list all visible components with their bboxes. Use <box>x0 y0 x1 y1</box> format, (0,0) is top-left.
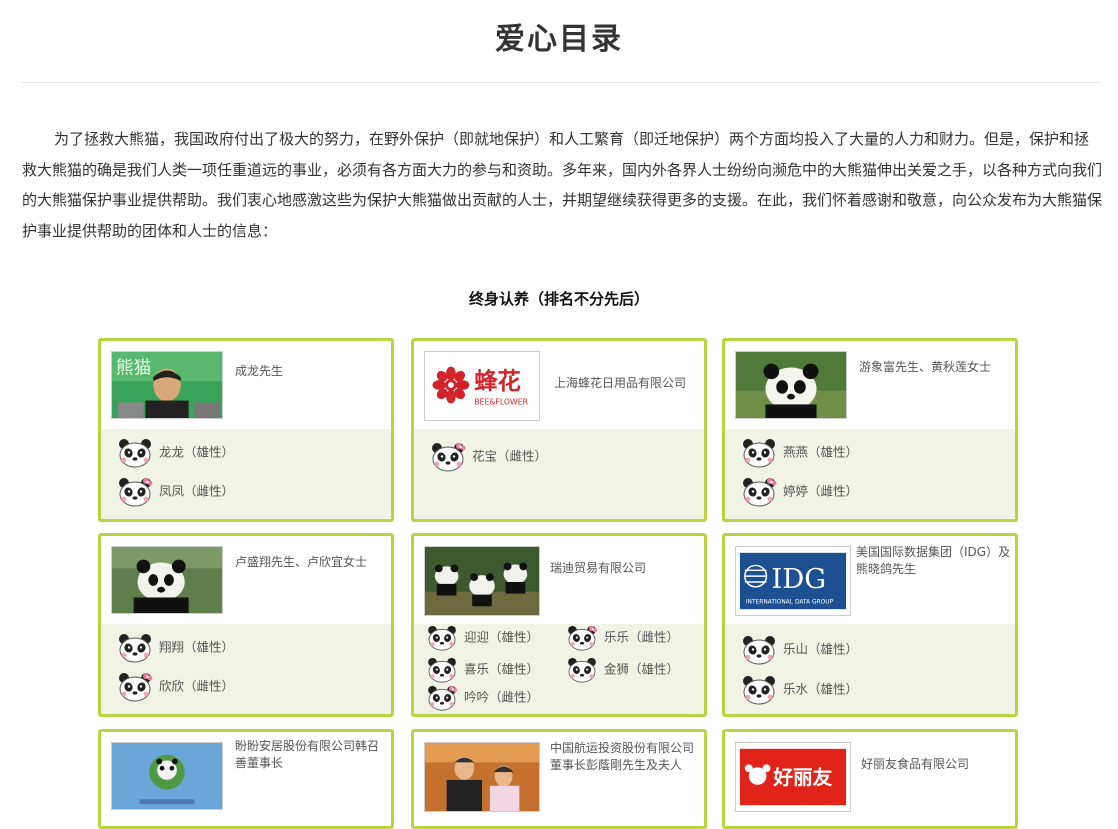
panda-face-icon <box>741 635 777 665</box>
panda-name: 婷婷（雌性） <box>783 483 859 499</box>
donor-photo <box>424 546 540 616</box>
panda-entry[interactable]: 乐乐（雌性） <box>566 622 679 652</box>
panda-name: 吟吟（雌性） <box>464 689 540 705</box>
svg-text:熊猫: 熊猫 <box>116 358 151 378</box>
panda-face-icon <box>117 672 153 702</box>
adoption-card[interactable]: 蜂花 BEE&FLOWER 上海蜂花日用品有限公司 花宝（雌性） <box>411 338 707 522</box>
donor-name: 卢盛翔先生、卢欣宜女士 <box>235 555 368 569</box>
logo-subtext: INTERNATIONAL DATA GROUP <box>746 599 834 605</box>
donor-photo <box>424 742 540 812</box>
adoption-card[interactable]: IDG INTERNATIONAL DATA GROUP 美国国际数据集团（ID… <box>722 533 1018 717</box>
company-logo: 好丽友 <box>735 742 851 812</box>
panda-name: 乐水（雄性） <box>783 681 859 697</box>
panda-name: 燕燕（雄性） <box>783 444 859 460</box>
panda-name: 凤凤（雌性） <box>159 483 235 499</box>
panda-entry[interactable]: 金狮（雄性） <box>566 654 679 684</box>
panda-name: 喜乐（雄性） <box>464 661 540 677</box>
panda-name: 乐乐（雌性） <box>604 629 680 645</box>
panda-face-icon <box>426 685 458 711</box>
panda-entry[interactable]: 凤凤（雌性） <box>117 476 234 506</box>
title-divider <box>22 82 1102 83</box>
panda-face-icon <box>566 625 598 651</box>
donor-name: 中国航运投资股份有限公司董事长彭蔭剛先生及夫人 <box>550 741 695 772</box>
adoption-card[interactable]: 熊猫 成龙先生 龙龙（雄性） 凤凤（雌性） <box>98 338 394 522</box>
panda-name: 金狮（雄性） <box>604 661 680 677</box>
section-heading: 终身认养（排名不分先后） <box>468 290 649 308</box>
intro-paragraph: 为了拯救大熊猫，我国政府付出了极大的努力，在野外保护（即就地保护）和人工繁育（即… <box>22 130 1103 240</box>
panda-entry[interactable]: 燕燕（雄性） <box>741 437 858 467</box>
panda-face-icon <box>426 657 458 683</box>
logo-text: 蜂花 <box>474 367 521 395</box>
donor-photo <box>111 546 223 614</box>
panda-entry[interactable]: 花宝（雌性） <box>430 441 547 471</box>
adoption-card[interactable]: 好丽友 好丽友食品有限公司 <box>722 729 1018 829</box>
donor-photo: 熊猫 <box>111 351 223 419</box>
panda-entry[interactable]: 婷婷（雌性） <box>741 476 858 506</box>
panda-entry[interactable]: 喜乐（雄性） <box>426 654 539 684</box>
adoption-card[interactable]: 卢盛翔先生、卢欣宜女士 翔翔（雄性） 欣欣（雌性） <box>98 533 394 717</box>
panda-entry[interactable]: 乐山（雄性） <box>741 634 858 664</box>
panda-name: 迎迎（雄性） <box>464 629 540 645</box>
logo-text: IDG <box>771 564 826 595</box>
panda-face-icon <box>117 633 153 663</box>
panda-face-icon <box>117 477 153 507</box>
panda-entry[interactable]: 欣欣（雌性） <box>117 671 234 701</box>
donor-name: 成龙先生 <box>235 364 284 378</box>
panda-face-icon <box>117 438 153 468</box>
panda-face-icon <box>426 625 458 651</box>
panda-name: 乐山（雄性） <box>783 641 859 657</box>
adoption-card[interactable]: 中国航运投资股份有限公司董事长彭蔭剛先生及夫人 <box>411 729 707 829</box>
donor-photo <box>735 351 847 419</box>
logo-subtext: BEE&FLOWER <box>474 397 528 406</box>
company-logo: IDG INTERNATIONAL DATA GROUP <box>735 546 851 616</box>
panda-name: 花宝（雌性） <box>472 448 548 464</box>
panda-face-icon <box>566 657 598 683</box>
page-title: 爱心目录 <box>495 22 623 57</box>
donor-name: 盼盼安居股份有限公司韩召善董事长 <box>235 739 380 770</box>
donor-name: 好丽友食品有限公司 <box>861 757 970 771</box>
panda-entry[interactable]: 吟吟（雌性） <box>426 682 539 712</box>
logo-text: 好丽友 <box>772 766 832 789</box>
donor-name: 美国国际数据集团（IDG）及熊晓鸽先生 <box>856 545 1011 576</box>
panda-face-icon <box>741 438 777 468</box>
panda-face-icon <box>741 675 777 705</box>
panda-face-icon <box>430 442 466 472</box>
adoption-card[interactable]: 瑞迪贸易有限公司 迎迎（雄性） 乐乐（雌性） 喜乐（雄性） 金狮（雄性） 吟吟（… <box>411 533 707 717</box>
panda-entry[interactable]: 龙龙（雄性） <box>117 437 234 467</box>
company-logo: 蜂花 BEE&FLOWER <box>424 351 540 421</box>
panda-entry[interactable]: 迎迎（雄性） <box>426 622 539 652</box>
adoption-card[interactable]: 盼盼安居股份有限公司韩召善董事长 <box>98 729 394 829</box>
panda-name: 龙龙（雄性） <box>159 444 235 460</box>
donor-name: 瑞迪贸易有限公司 <box>550 561 647 575</box>
panda-name: 翔翔（雄性） <box>159 639 235 655</box>
panda-face-icon <box>741 477 777 507</box>
donor-name: 上海蜂花日用品有限公司 <box>554 376 687 390</box>
panda-name: 欣欣（雌性） <box>159 678 235 694</box>
panda-entry[interactable]: 翔翔（雄性） <box>117 632 234 662</box>
donor-photo <box>111 742 223 810</box>
donor-name: 游象富先生、黄秋莲女士 <box>859 360 992 374</box>
panda-entry[interactable]: 乐水（雄性） <box>741 674 858 704</box>
adoption-card[interactable]: 游象富先生、黄秋莲女士 燕燕（雄性） 婷婷（雌性） <box>722 338 1018 522</box>
